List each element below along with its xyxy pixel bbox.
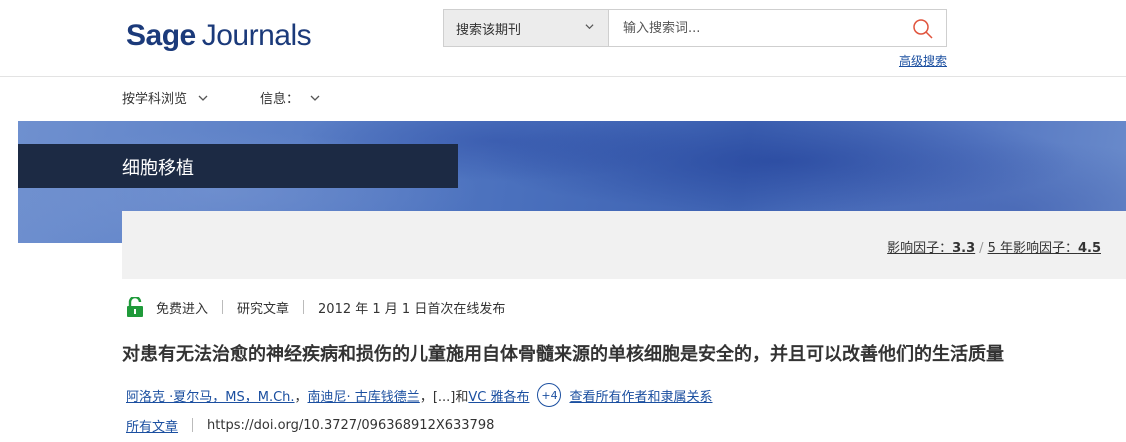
info-label: 信息：	[260, 92, 300, 107]
advanced-search-link[interactable]: 高级搜索	[899, 52, 947, 69]
footer-divider	[192, 418, 194, 432]
article-title: 对患有无法治愈的神经疾病和损伤的儿童施用自体骨髓来源的单核细胞是安全的，并且可以…	[122, 344, 1004, 365]
author-separator: ，	[294, 389, 308, 405]
search-icon[interactable]	[912, 18, 934, 40]
article-type: 研究文章	[237, 301, 290, 317]
search-input[interactable]	[621, 13, 901, 43]
all-articles-link[interactable]: 所有文章	[126, 416, 178, 435]
journal-title[interactable]: 细胞移植	[122, 154, 194, 180]
impact-factor-link[interactable]: 影响因子：3.3	[887, 237, 975, 256]
doi-text[interactable]: https://doi.org/10.3727/096368912X633798	[207, 418, 494, 433]
search-scope-select[interactable]: 搜索该期刊	[443, 9, 609, 47]
meta-divider	[303, 300, 305, 314]
browse-by-subject-label: 按学科浏览	[122, 92, 188, 107]
author-link[interactable]: 南迪尼· 古库钱德兰	[308, 386, 420, 405]
author-list: 阿洛克 ·夏尔马，MS，M.Ch. ， 南迪尼· 古库钱德兰 ，[...]和 V…	[126, 383, 712, 407]
unlocked-padlock-icon	[127, 297, 143, 317]
more-authors-button[interactable]: +4	[537, 383, 562, 407]
impact-factor-label: 影响因子：	[887, 241, 953, 256]
search-box	[608, 9, 947, 47]
author-ellipsis: ，[...]和	[419, 389, 469, 405]
impact-factor-value: 3.3	[952, 241, 976, 256]
chevron-down-icon	[585, 24, 594, 30]
article-footer-links: 所有文章 https://doi.org/10.3727/096368912X6…	[126, 416, 494, 435]
author-link[interactable]: VC 雅各布	[468, 386, 529, 405]
logo-journals-text: Journals	[201, 19, 312, 52]
five-year-impact-factor-value: 4.5	[1077, 241, 1101, 256]
sage-journals-logo[interactable]: Sage Journals	[126, 14, 312, 58]
chevron-down-icon	[310, 95, 320, 101]
access-badge: 免费进入	[156, 301, 209, 317]
chevron-down-icon	[198, 95, 208, 101]
five-year-impact-factor-link[interactable]: 5 年影响因子：4.5	[988, 237, 1101, 256]
info-menu[interactable]: 信息：	[260, 88, 321, 107]
journal-title-stripe	[18, 144, 458, 188]
view-all-authors-link[interactable]: 查看所有作者和隶属关系	[569, 386, 712, 405]
browse-by-subject-menu[interactable]: 按学科浏览	[122, 88, 209, 107]
author-link[interactable]: 阿洛克 ·夏尔马，MS，M.Ch.	[126, 386, 295, 405]
publication-date: 2012 年 1 月 1 日首次在线发布	[318, 301, 506, 317]
logo-sage-text: Sage	[126, 19, 196, 52]
journal-metrics: 影响因子：3.3 / 5 年影响因子：4.5	[887, 237, 1101, 256]
metrics-separator: /	[979, 241, 984, 256]
header-divider	[0, 76, 1126, 77]
meta-divider	[222, 300, 224, 314]
search-scope-label: 搜索该期刊	[456, 22, 522, 38]
five-year-impact-factor-label: 5 年影响因子：	[987, 241, 1078, 256]
article-meta: 免费进入 研究文章 2012 年 1 月 1 日首次在线发布	[126, 297, 505, 317]
